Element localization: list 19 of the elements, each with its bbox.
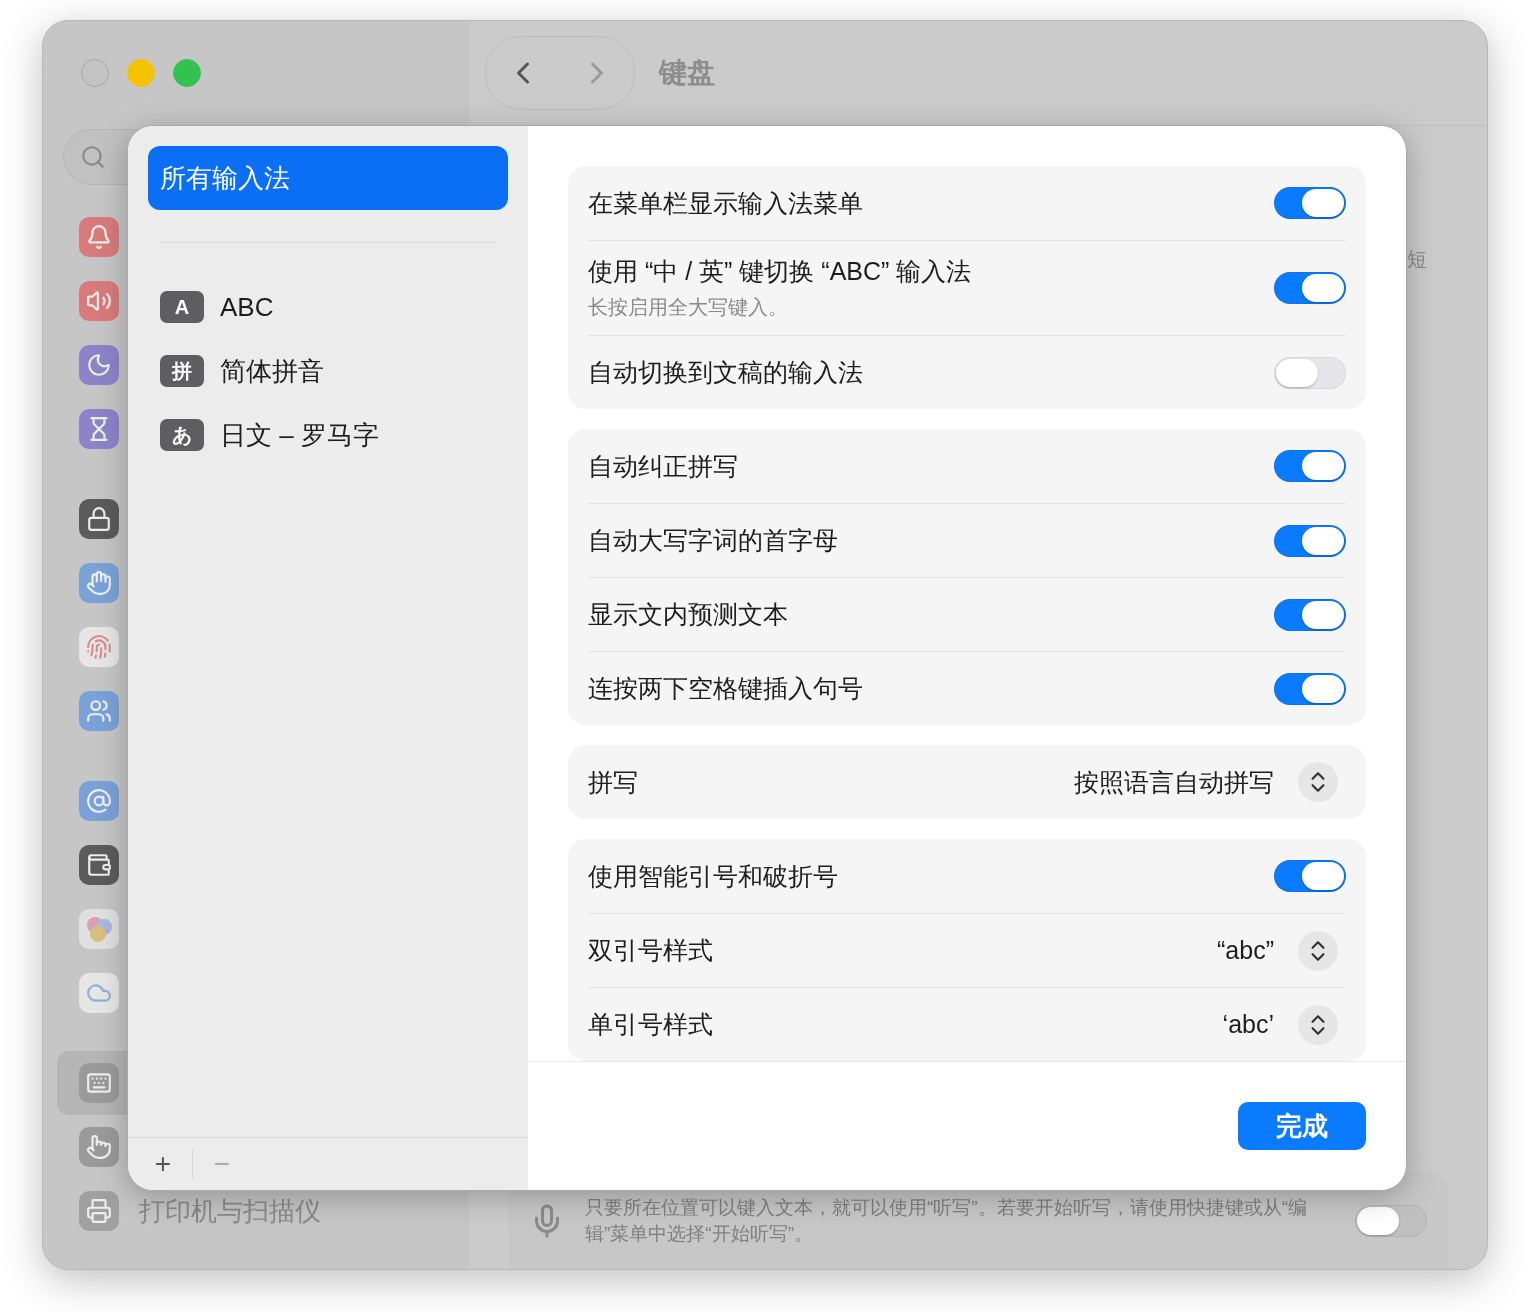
setting-label: 自动纠正拼写 bbox=[588, 450, 739, 482]
setting-label: 显示文内预测文本 bbox=[588, 599, 789, 630]
sidebar-label: 打印机与扫描仪 bbox=[139, 1194, 321, 1228]
setting-label: 单引号样式 bbox=[588, 1009, 714, 1040]
setting-label: 短 bbox=[1407, 247, 1427, 272]
setting-label: 自动切换到文稿的输入法 bbox=[588, 357, 864, 388]
input-source-badge: あ bbox=[160, 419, 204, 451]
dictation-description: 只要所在位置可以键入文本，就可以使用“听写”。若要开始听写，请使用快捷键或从“编辑”菜单中选择“开始听写”。 bbox=[585, 1196, 1308, 1246]
setting-label: 连按两下空格键插入句号 bbox=[588, 673, 864, 704]
window-title: 键盘 bbox=[659, 56, 715, 90]
input-source-badge: A bbox=[160, 291, 204, 323]
setting-label: 双引号样式 bbox=[588, 935, 714, 966]
setting-label: 自动大写字词的首字母 bbox=[588, 525, 839, 556]
setting-label: 拼写 bbox=[588, 766, 639, 798]
input-source-badge: 拼 bbox=[160, 355, 204, 387]
setting-label: 使用 “中 / 英” 键切换 “ABC” 输入法 bbox=[588, 256, 973, 287]
setting-label: 在菜单栏显示输入法菜单 bbox=[588, 187, 864, 219]
setting-label: 使用智能引号和破折号 bbox=[588, 860, 839, 892]
setting-note: 长按启用全大写键入。 bbox=[588, 295, 789, 320]
